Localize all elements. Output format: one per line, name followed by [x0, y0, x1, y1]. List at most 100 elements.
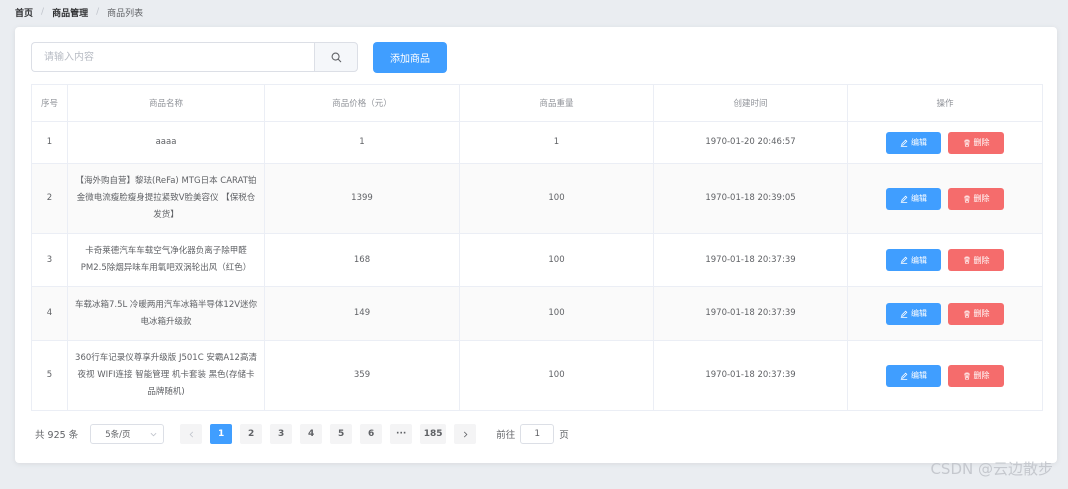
- cell-name: 【海外购自营】黎珐(ReFa) MTG日本 CARAT铂金微电流瘦脸瘦身提拉紧致…: [67, 163, 265, 234]
- edit-label: 编辑: [911, 309, 927, 318]
- delete-label: 删除: [973, 371, 990, 380]
- edit-button[interactable]: 编辑: [886, 364, 941, 387]
- column-header-index: 序号: [31, 84, 68, 122]
- cell-created: 1970-01-18 20:37:39: [653, 233, 848, 287]
- delete-label: 删除: [973, 138, 990, 147]
- cell-index: 3: [31, 233, 68, 287]
- table-row: 2 【海外购自营】黎珐(ReFa) MTG日本 CARAT铂金微电流瘦脸瘦身提拉…: [31, 163, 1043, 234]
- table-header-row: 序号 商品名称 商品价格（元） 商品重量 创建时间 操作: [31, 84, 1043, 122]
- page-button[interactable]: 185: [420, 424, 447, 444]
- cell-actions: 编辑 删除: [847, 340, 1043, 411]
- cell-index: 5: [31, 340, 68, 411]
- trash-icon: [963, 372, 970, 380]
- cell-weight: 1: [459, 121, 654, 164]
- edit-button[interactable]: 编辑: [886, 249, 941, 271]
- cell-weight: 100: [459, 286, 654, 341]
- delete-button[interactable]: 删除: [948, 187, 1004, 210]
- edit-icon: [900, 310, 908, 318]
- delete-button[interactable]: 删除: [948, 249, 1004, 271]
- cell-created: 1970-01-18 20:37:39: [653, 340, 848, 411]
- column-header-price: 商品价格（元）: [264, 84, 460, 122]
- add-product-button[interactable]: 添加商品: [373, 42, 447, 73]
- edit-button[interactable]: 编辑: [886, 131, 941, 154]
- cell-weight: 100: [459, 233, 654, 287]
- page-button[interactable]: 3: [270, 424, 293, 444]
- column-header-name: 商品名称: [67, 84, 265, 122]
- cell-price: 1399: [264, 163, 460, 234]
- next-page-button[interactable]: [454, 424, 477, 444]
- cell-name: 360行车记录仪尊享升级版 J501C 安霸A12高清夜视 WIFI连接 智能管…: [67, 340, 265, 411]
- cell-index: 1: [31, 121, 68, 164]
- edit-icon: [900, 195, 908, 203]
- cell-index: 4: [31, 286, 68, 341]
- page-button[interactable]: 2: [240, 424, 263, 444]
- table-row: 5 360行车记录仪尊享升级版 J501C 安霸A12高清夜视 WIFI连接 智…: [31, 340, 1043, 411]
- table-row: 1 aaaa 1 1 1970-01-20 20:46:57 编辑 删除: [31, 121, 1043, 164]
- cell-weight: 100: [459, 340, 654, 411]
- breadcrumb-separator: /: [41, 7, 45, 17]
- cell-price: 359: [264, 340, 460, 411]
- trash-icon: [963, 256, 970, 264]
- cell-created: 1970-01-18 20:37:39: [653, 286, 848, 341]
- edit-label: 编辑: [911, 255, 927, 265]
- page-size-value: 5条/页: [105, 430, 131, 440]
- product-list-card: 添加商品 序号 商品名称 商品价格（元） 商品重量 创建时间 操作 1 aaaa…: [15, 27, 1057, 463]
- trash-icon: [963, 310, 970, 318]
- cell-price: 149: [264, 286, 460, 341]
- edit-button[interactable]: 编辑: [886, 302, 941, 325]
- goto-page: 前往 页: [496, 424, 569, 444]
- page-button[interactable]: 1: [210, 424, 233, 444]
- breadcrumb-separator: /: [96, 7, 100, 17]
- watermark: CSDN @云边散步: [930, 460, 1053, 478]
- chevron-right-icon: [463, 431, 468, 437]
- product-table: 序号 商品名称 商品价格（元） 商品重量 创建时间 操作 1 aaaa 1 1 …: [31, 84, 1043, 411]
- page-size-select[interactable]: 5条/页: [90, 424, 165, 444]
- breadcrumb-section: 商品管理: [52, 8, 89, 19]
- cell-name: aaaa: [67, 121, 265, 164]
- cell-price: 168: [264, 233, 460, 287]
- page-button[interactable]: 5: [330, 424, 353, 444]
- breadcrumb-current: 商品列表: [107, 8, 144, 19]
- cell-weight: 100: [459, 163, 654, 234]
- chevron-left-icon: [189, 431, 193, 437]
- edit-icon: [900, 372, 908, 380]
- chevron-down-icon: [150, 432, 157, 436]
- goto-prefix: 前往: [496, 430, 516, 441]
- delete-label: 删除: [973, 309, 990, 318]
- pagination-total: 共 925 条: [35, 430, 79, 441]
- cell-index: 2: [31, 163, 68, 234]
- cell-name: 卡奇莱德汽车车载空气净化器负离子除甲醛PM2.5除烟异味车用氧吧双涡轮出风（红色…: [67, 233, 265, 287]
- cell-price: 1: [264, 121, 460, 164]
- search-icon: [331, 52, 341, 62]
- cell-actions: 编辑 删除: [847, 286, 1043, 341]
- cell-created: 1970-01-20 20:46:57: [653, 121, 848, 164]
- prev-page-button[interactable]: [180, 424, 203, 444]
- column-header-actions: 操作: [847, 84, 1043, 122]
- search-input[interactable]: [31, 42, 314, 72]
- goto-suffix: 页: [559, 430, 569, 441]
- trash-icon: [963, 195, 970, 203]
- search-group: [31, 42, 358, 72]
- edit-icon: [900, 139, 908, 147]
- cell-created: 1970-01-18 20:39:05: [653, 163, 848, 234]
- delete-button[interactable]: 删除: [948, 302, 1004, 325]
- page-button[interactable]: 4: [300, 424, 323, 444]
- delete-button[interactable]: 删除: [948, 131, 1004, 154]
- table-row: 4 车载冰箱7.5L 冷暖两用汽车冰箱半导体12V迷你电冰箱升级款 149 10…: [31, 286, 1043, 341]
- breadcrumb-home[interactable]: 首页: [15, 6, 33, 19]
- edit-label: 编辑: [911, 194, 927, 203]
- table-row: 3 卡奇莱德汽车车载空气净化器负离子除甲醛PM2.5除烟异味车用氧吧双涡轮出风（…: [31, 233, 1043, 287]
- more-pages-button[interactable]: ···: [390, 424, 413, 444]
- edit-label: 编辑: [911, 371, 927, 380]
- edit-button[interactable]: 编辑: [886, 187, 941, 210]
- breadcrumb: 首页 / 商品管理 / 商品列表: [15, 5, 143, 19]
- page-button[interactable]: 6: [360, 424, 383, 444]
- delete-label: 删除: [973, 194, 990, 203]
- column-header-created: 创建时间: [653, 84, 848, 122]
- pagination: 共 925 条 5条/页 1 2 3 4 5 6 ··· 185 前往 页: [35, 424, 569, 444]
- search-button[interactable]: [314, 42, 358, 72]
- goto-page-input[interactable]: [520, 424, 555, 444]
- cell-actions: 编辑 删除: [847, 163, 1043, 234]
- delete-button[interactable]: 删除: [948, 364, 1004, 387]
- column-header-weight: 商品重量: [459, 84, 654, 122]
